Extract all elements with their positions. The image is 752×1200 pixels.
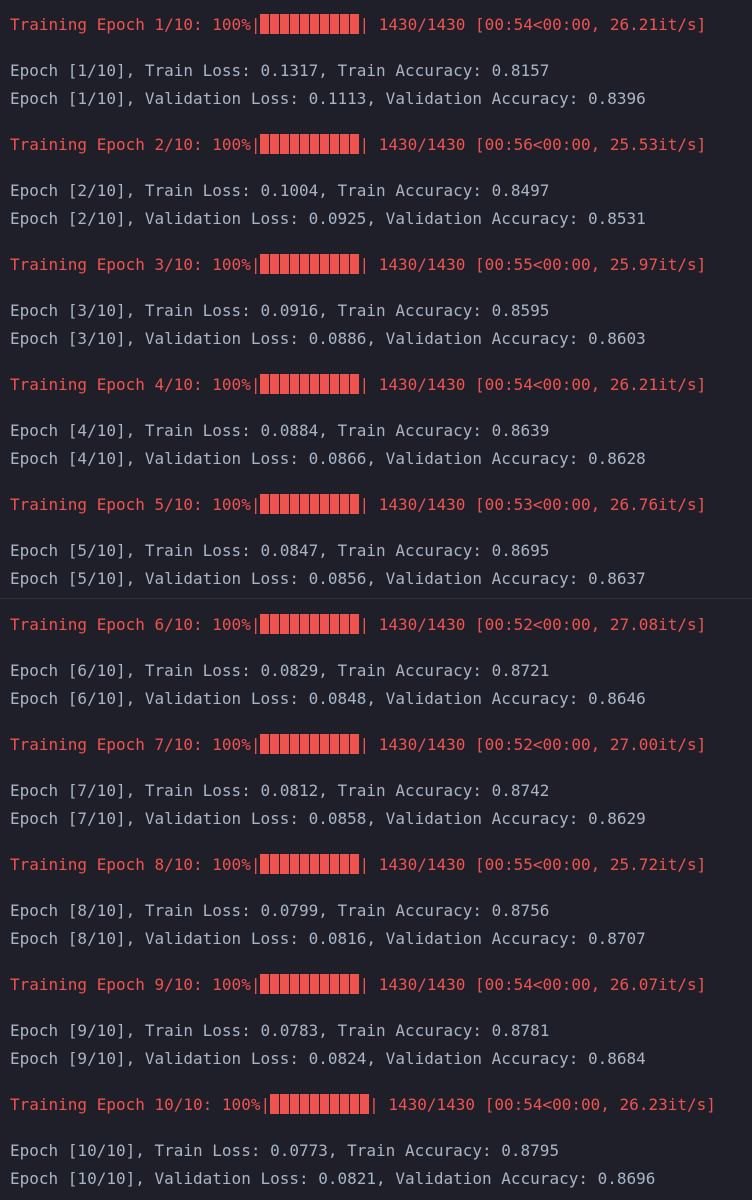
epoch-block: Training Epoch 1/10: 100%| | 1430/1430 [0…	[0, 0, 752, 120]
progress-prefix: Training Epoch 5/10: 100%|	[10, 495, 261, 514]
progress-suffix: | 1430/1430 [00:52<00:00, 27.00it/s]	[359, 735, 707, 754]
progress-prefix: Training Epoch 8/10: 100%|	[10, 855, 261, 874]
validation-metrics-line: Epoch [7/10], Validation Loss: 0.0858, V…	[10, 809, 646, 828]
epoch-block: Training Epoch 8/10: 100%| | 1430/1430 [0…	[0, 840, 752, 960]
train-metrics-line: Epoch [2/10], Train Loss: 0.1004, Train …	[10, 181, 550, 200]
progress-bar	[260, 134, 360, 154]
epoch-block: Training Epoch 5/10: 100%| | 1430/1430 [0…	[0, 480, 752, 600]
train-metrics-line: Epoch [6/10], Train Loss: 0.0829, Train …	[10, 661, 550, 680]
progress-line: Training Epoch 9/10: 100%| | 1430/1430 [0…	[10, 971, 706, 999]
train-metrics-line: Epoch [7/10], Train Loss: 0.0812, Train …	[10, 781, 550, 800]
progress-suffix: | 1430/1430 [00:54<00:00, 26.21it/s]	[359, 375, 707, 394]
progress-line: Training Epoch 10/10: 100%| | 1430/1430 […	[10, 1091, 716, 1119]
progress-line: Training Epoch 8/10: 100%| | 1430/1430 [0…	[10, 851, 706, 879]
progress-prefix: Training Epoch 9/10: 100%|	[10, 975, 261, 994]
progress-bar	[260, 734, 360, 754]
progress-prefix: Training Epoch 3/10: 100%|	[10, 255, 261, 274]
epoch-block: Training Epoch 3/10: 100%| | 1430/1430 [0…	[0, 240, 752, 360]
progress-bar	[260, 494, 360, 514]
progress-line: Training Epoch 6/10: 100%| | 1430/1430 [0…	[10, 611, 706, 639]
progress-line: Training Epoch 5/10: 100%| | 1430/1430 [0…	[10, 491, 706, 519]
train-metrics-line: Epoch [10/10], Train Loss: 0.0773, Train…	[10, 1141, 560, 1160]
progress-prefix: Training Epoch 1/10: 100%|	[10, 15, 261, 34]
progress-line: Training Epoch 7/10: 100%| | 1430/1430 [0…	[10, 731, 706, 759]
progress-line: Training Epoch 2/10: 100%| | 1430/1430 [0…	[10, 131, 706, 159]
progress-suffix: | 1430/1430 [00:54<00:00, 26.07it/s]	[359, 975, 707, 994]
epoch-block: Training Epoch 4/10: 100%| | 1430/1430 [0…	[0, 360, 752, 480]
progress-line: Training Epoch 3/10: 100%| | 1430/1430 [0…	[10, 251, 706, 279]
train-metrics-line: Epoch [3/10], Train Loss: 0.0916, Train …	[10, 301, 550, 320]
validation-metrics-line: Epoch [3/10], Validation Loss: 0.0886, V…	[10, 329, 646, 348]
progress-prefix: Training Epoch 7/10: 100%|	[10, 735, 261, 754]
progress-bar	[270, 1094, 370, 1114]
progress-suffix: | 1430/1430 [00:56<00:00, 25.53it/s]	[359, 135, 707, 154]
progress-bar	[260, 374, 360, 394]
progress-suffix: | 1430/1430 [00:53<00:00, 26.76it/s]	[359, 495, 707, 514]
train-metrics-line: Epoch [5/10], Train Loss: 0.0847, Train …	[10, 541, 550, 560]
train-metrics-line: Epoch [4/10], Train Loss: 0.0884, Train …	[10, 421, 550, 440]
progress-line: Training Epoch 4/10: 100%| | 1430/1430 [0…	[10, 371, 706, 399]
epoch-block: Training Epoch 10/10: 100%| | 1430/1430 […	[0, 1080, 752, 1200]
progress-bar	[260, 14, 360, 34]
progress-bar	[260, 974, 360, 994]
validation-metrics-line: Epoch [1/10], Validation Loss: 0.1113, V…	[10, 89, 646, 108]
progress-line: Training Epoch 1/10: 100%| | 1430/1430 [0…	[10, 11, 706, 39]
validation-metrics-line: Epoch [4/10], Validation Loss: 0.0866, V…	[10, 449, 646, 468]
validation-metrics-line: Epoch [9/10], Validation Loss: 0.0824, V…	[10, 1049, 646, 1068]
validation-metrics-line: Epoch [2/10], Validation Loss: 0.0925, V…	[10, 209, 646, 228]
train-metrics-line: Epoch [1/10], Train Loss: 0.1317, Train …	[10, 61, 550, 80]
validation-metrics-line: Epoch [8/10], Validation Loss: 0.0816, V…	[10, 929, 646, 948]
train-metrics-line: Epoch [8/10], Train Loss: 0.0799, Train …	[10, 901, 550, 920]
progress-suffix: | 1430/1430 [00:54<00:00, 26.23it/s]	[369, 1095, 716, 1114]
terminal-output: Training Epoch 1/10: 100%| | 1430/1430 [0…	[0, 0, 752, 1200]
progress-bar	[260, 254, 360, 274]
progress-bar	[260, 614, 360, 634]
progress-prefix: Training Epoch 6/10: 100%|	[10, 615, 261, 634]
validation-metrics-line: Epoch [5/10], Validation Loss: 0.0856, V…	[10, 569, 646, 588]
epoch-block: Training Epoch 2/10: 100%| | 1430/1430 [0…	[0, 120, 752, 240]
progress-suffix: | 1430/1430 [00:54<00:00, 26.21it/s]	[359, 15, 707, 34]
train-metrics-line: Epoch [9/10], Train Loss: 0.0783, Train …	[10, 1021, 550, 1040]
epoch-block: Training Epoch 7/10: 100%| | 1430/1430 [0…	[0, 720, 752, 840]
validation-metrics-line: Epoch [6/10], Validation Loss: 0.0848, V…	[10, 689, 646, 708]
epoch-block: Training Epoch 6/10: 100%| | 1430/1430 [0…	[0, 600, 752, 720]
progress-prefix: Training Epoch 10/10: 100%|	[10, 1095, 271, 1114]
progress-suffix: | 1430/1430 [00:55<00:00, 25.72it/s]	[359, 855, 707, 874]
progress-suffix: | 1430/1430 [00:52<00:00, 27.08it/s]	[359, 615, 707, 634]
progress-prefix: Training Epoch 4/10: 100%|	[10, 375, 261, 394]
progress-prefix: Training Epoch 2/10: 100%|	[10, 135, 261, 154]
epoch-block: Training Epoch 9/10: 100%| | 1430/1430 [0…	[0, 960, 752, 1080]
validation-metrics-line: Epoch [10/10], Validation Loss: 0.0821, …	[10, 1169, 656, 1188]
progress-suffix: | 1430/1430 [00:55<00:00, 25.97it/s]	[359, 255, 707, 274]
progress-bar	[260, 854, 360, 874]
